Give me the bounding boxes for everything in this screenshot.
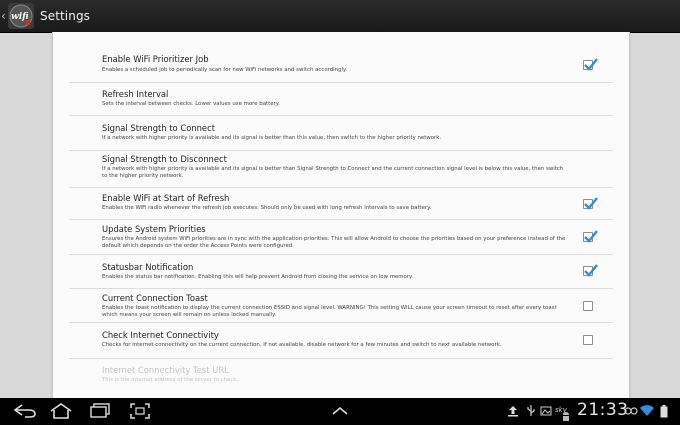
pref-summary: Checks for internet connectivity on the … [102,342,502,348]
page-title: Settings [40,9,91,23]
android-debug-icon [563,412,569,421]
back-icon[interactable] [12,403,38,419]
statusbar-notification-checkbox[interactable] [583,264,598,277]
battery-icon [660,405,668,418]
pref-summary: Enables the WiFi radio whenever the refr… [102,205,432,211]
pref-summary: Sets the interval between checks. Lower … [102,101,280,107]
pref-title: Statusbar Notification [102,262,194,272]
wifi-prioritizer-app-icon[interactable]: wifi [8,3,34,29]
clock: 21:33 [577,400,629,420]
usb-connected-icon [624,407,638,415]
pref-summary: Enables the toast notification to displa… [102,305,557,319]
checkmark-icon [584,197,598,210]
enable-wifi-refresh-checkbox[interactable] [583,197,598,210]
pref-summary: If a network with higher priority is ava… [102,166,564,180]
pref-summary: This is the internet address of the serv… [102,377,239,383]
pref-title: Enable WiFi Prioritizer Job [102,54,209,64]
checkmark-icon [584,264,598,277]
update-priorities-checkbox[interactable] [583,230,598,243]
pref-update-priorities[interactable]: Update System Priorities Ensures the And… [69,220,613,255]
image-icon [540,406,552,416]
pref-title: Signal Strength to Disconnect [102,154,227,164]
pref-title: Signal Strength to Connect [102,123,215,133]
pref-summary: If a network with higher priority is ava… [102,135,442,141]
pref-enable-job[interactable]: Enable WiFi Prioritizer Job Enables a sc… [69,45,613,83]
enable-job-checkbox[interactable] [583,58,598,71]
up-chevron-icon[interactable]: ‹ [1,9,7,23]
pref-title: Refresh Interval [102,89,169,99]
wifi-signal-icon [640,405,654,416]
pref-title: Internet Connectivity Test URL [102,365,229,375]
pref-title: Enable WiFi at Start of Refresh [102,193,230,203]
expand-up-icon[interactable] [331,406,349,416]
pref-summary: Enables the status bar notification. Ena… [102,274,414,280]
pref-summary: Ensures the Android system WiFi prioriti… [102,236,566,250]
screenshot-icon[interactable] [130,403,150,419]
pref-check-internet[interactable]: Check Internet Connectivity Checks for i… [69,323,613,359]
usb-icon [527,405,535,416]
checkmark-icon [584,58,598,71]
action-bar: ‹ wifi Settings [0,0,680,33]
pref-statusbar-notification[interactable]: Statusbar Notification Enables the statu… [69,255,613,289]
preferences-list: Enable WiFi Prioritizer Job Enables a sc… [52,32,630,398]
recent-apps-icon[interactable] [89,403,111,419]
pref-title: Current Connection Toast [102,293,208,303]
pref-signal-connect[interactable]: Signal Strength to Connect If a network … [69,116,613,151]
pref-summary: Enables a scheduled job to periodically … [102,67,348,73]
upload-icon [508,406,518,417]
pref-connection-toast[interactable]: Current Connection Toast Enables the toa… [69,289,613,323]
connection-toast-checkbox[interactable] [583,301,593,311]
pref-title: Check Internet Connectivity [102,330,219,340]
pref-test-url: Internet Connectivity Test URL This is t… [69,359,613,391]
check-internet-checkbox[interactable] [583,335,593,345]
system-bar: sky 21:33 [0,398,680,425]
pref-signal-disconnect[interactable]: Signal Strength to Disconnect If a netwo… [69,151,613,188]
checkmark-icon [584,230,598,243]
pref-refresh-interval[interactable]: Refresh Interval Sets the interval betwe… [69,83,613,116]
home-icon[interactable] [49,403,73,419]
pref-title: Update System Priorities [102,224,206,234]
pref-enable-wifi-refresh[interactable]: Enable WiFi at Start of Refresh Enables … [69,188,613,220]
